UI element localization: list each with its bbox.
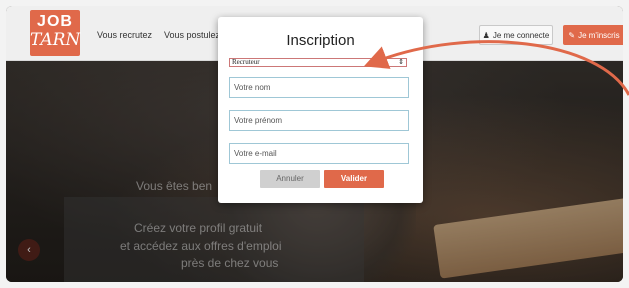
logo-line1: JOB (37, 13, 73, 30)
jobtarn-logo[interactable]: JOB TARN (30, 10, 80, 56)
login-label: Je me connecte (492, 30, 550, 40)
submit-button[interactable]: Valider (324, 170, 384, 188)
signup-label: Je m'inscris (578, 30, 620, 40)
select-caret-icon: ⇕ (398, 58, 404, 66)
cancel-button[interactable]: Annuler (260, 170, 320, 188)
last-name-field[interactable]: Votre nom (229, 77, 409, 98)
nav-link-vous-postulez[interactable]: Vous postulez (164, 30, 220, 40)
pencil-icon: ✎ (568, 30, 576, 40)
account-type-select[interactable]: Recruteur ⇕ (229, 58, 407, 67)
login-button[interactable]: ♟ Je me connecte (479, 25, 553, 45)
user-icon: ♟ (482, 30, 490, 40)
signup-button[interactable]: ✎ Je m'inscris (563, 25, 623, 45)
first-name-field[interactable]: Votre prénom (229, 110, 409, 131)
email-field[interactable]: Votre e-mail (229, 143, 409, 164)
nav-link-vous-recrutez[interactable]: Vous recrutez (97, 30, 152, 40)
account-type-value: Recruteur (232, 58, 260, 66)
logo-line2: TARN (30, 30, 81, 50)
modal-title: Inscription (286, 32, 355, 49)
